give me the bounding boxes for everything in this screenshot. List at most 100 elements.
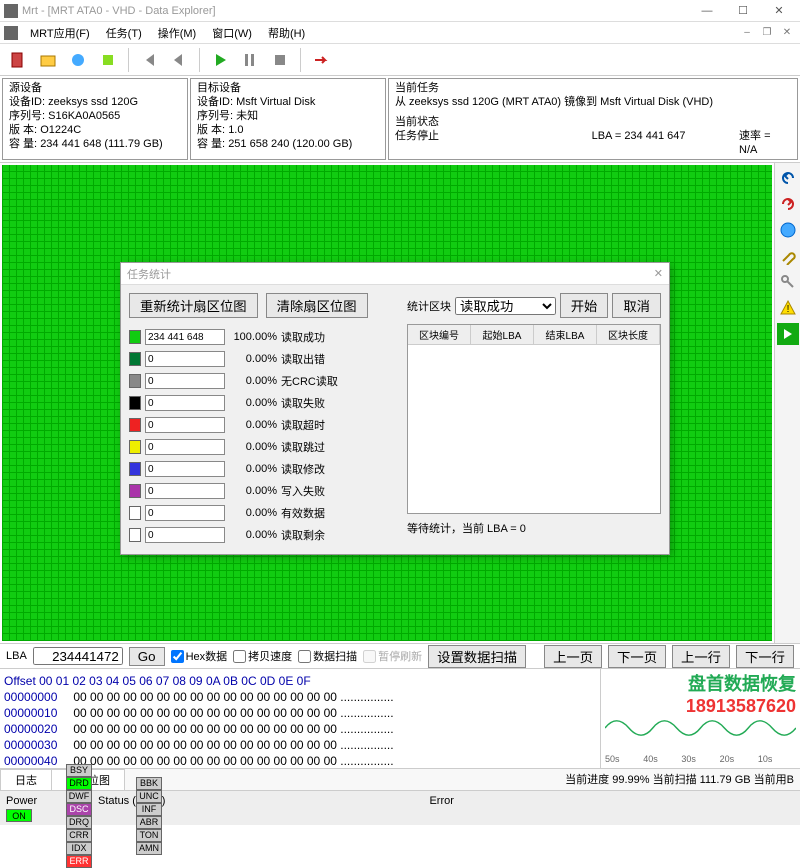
stat-label: 读取剩余	[281, 527, 325, 543]
menu-app[interactable]: MRT应用(F)	[26, 23, 94, 43]
minimize-button[interactable]: —	[690, 1, 724, 21]
power-label: Power	[6, 795, 54, 807]
stat-value[interactable]	[145, 329, 225, 345]
hex-view[interactable]: Offset 00 01 02 03 04 05 06 07 08 09 0A …	[0, 669, 600, 768]
set-scan-button[interactable]: 设置数据扫描	[428, 645, 526, 668]
cancel-button[interactable]: 取消	[612, 293, 661, 318]
stat-label: 读取修改	[281, 461, 325, 477]
hex-panel: Offset 00 01 02 03 04 05 06 07 08 09 0A …	[0, 669, 800, 769]
tab-log[interactable]: 日志	[0, 769, 52, 790]
toolbar-wizard-icon[interactable]	[64, 46, 92, 74]
redo-icon[interactable]	[777, 193, 799, 215]
tab-bar: 日志 扇区位图 当前进度 99.99% 当前扫描 111.79 GB 当前用B	[0, 769, 800, 791]
status-bar: Power Status (ATA0) Error ON BSYDRDDWFDS…	[0, 791, 800, 825]
stat-value[interactable]	[145, 373, 225, 389]
hex-header: Offset 00 01 02 03 04 05 06 07 08 09 0A …	[4, 673, 596, 689]
toolbar-tool-icon[interactable]	[94, 46, 122, 74]
stat-value[interactable]	[145, 395, 225, 411]
hex-row: 00000030 00 00 00 00 00 00 00 00 00 00 0…	[4, 737, 596, 753]
nav-bar: LBA Go Hex数据 拷贝速度 数据扫描 暂停刷新 设置数据扫描 上一页 下…	[0, 643, 800, 669]
status-led-bsy: BSY	[66, 764, 92, 777]
info-panel: 源设备 设备ID: zeeksys ssd 120G 序列号: S16KA0A0…	[0, 76, 800, 163]
graph-axis: 50s40s30s20s10s	[605, 754, 796, 764]
source-header: 源设备	[9, 81, 181, 95]
block-select[interactable]: 读取成功	[455, 297, 556, 315]
target-device-box: 目标设备 设备ID: Msft Virtual Disk 序列号: 未知 版 本…	[190, 78, 386, 160]
undo-icon[interactable]	[777, 167, 799, 189]
stat-label: 有效数据	[281, 505, 325, 521]
mdi-close-button[interactable]: ✕	[778, 25, 796, 41]
stat-percent: 100.00%	[229, 331, 277, 343]
next-line-button[interactable]: 下一行	[736, 645, 794, 668]
stat-swatch	[129, 396, 141, 410]
target-serial: 未知	[236, 110, 258, 122]
toolbar-open-icon[interactable]	[34, 46, 62, 74]
globe-icon[interactable]	[777, 219, 799, 241]
copy-checkbox[interactable]: 拷贝速度	[233, 648, 292, 664]
source-id: zeeksys ssd 120G	[48, 96, 138, 108]
menu-help[interactable]: 帮助(H)	[264, 23, 309, 43]
stat-row: 0.00% 写入失败	[129, 480, 399, 502]
start-button[interactable]: 开始	[560, 293, 609, 318]
menu-task[interactable]: 任务(T)	[102, 23, 146, 43]
stat-percent: 0.00%	[229, 397, 277, 409]
mdi-minimize-button[interactable]: –	[738, 25, 756, 41]
source-version: O1224C	[40, 124, 81, 136]
stat-value[interactable]	[145, 505, 225, 521]
toolbar-play-icon[interactable]	[206, 46, 234, 74]
mdi-restore-button[interactable]: ❐	[758, 25, 776, 41]
next-page-button[interactable]: 下一页	[608, 645, 666, 668]
warning-icon[interactable]: !	[777, 297, 799, 319]
forward-icon[interactable]	[777, 323, 799, 345]
scan-checkbox[interactable]: 数据扫描	[298, 648, 357, 664]
stat-swatch	[129, 506, 141, 520]
col-block-no: 区块编号	[408, 325, 471, 344]
task-lba: LBA = 234 441 647	[592, 129, 739, 157]
stat-row: 0.00% 读取失败	[129, 392, 399, 414]
toolbar-stop-icon[interactable]	[266, 46, 294, 74]
col-start-lba: 起始LBA	[471, 325, 534, 344]
status-led-drq: DRQ	[66, 816, 92, 829]
hex-checkbox[interactable]: Hex数据	[171, 648, 228, 664]
stat-value[interactable]	[145, 483, 225, 499]
stat-row: 0.00% 无CRC读取	[129, 370, 399, 392]
go-button[interactable]: Go	[129, 647, 165, 666]
stat-row: 0.00% 读取超时	[129, 414, 399, 436]
clear-button[interactable]: 清除扇区位图	[266, 293, 368, 318]
wrench-icon[interactable]	[777, 245, 799, 267]
app-icon-small	[4, 26, 18, 40]
toolbar-pause-icon[interactable]	[236, 46, 264, 74]
result-table: 区块编号 起始LBA 结束LBA 区块长度	[407, 324, 661, 514]
pause-checkbox[interactable]: 暂停刷新	[363, 648, 422, 664]
lba-input[interactable]	[33, 647, 123, 665]
prev-line-button[interactable]: 上一行	[672, 645, 730, 668]
key-icon[interactable]	[777, 271, 799, 293]
error-led-unc: UNC	[136, 790, 162, 803]
toolbar-new-icon[interactable]	[4, 46, 32, 74]
menu-window[interactable]: 窗口(W)	[208, 23, 256, 43]
stat-value[interactable]	[145, 439, 225, 455]
close-button[interactable]: ✕	[762, 1, 796, 21]
target-version: 1.0	[228, 124, 243, 136]
status-led-idx: IDX	[66, 842, 92, 855]
menu-operate[interactable]: 操作(M)	[154, 23, 201, 43]
prev-page-button[interactable]: 上一页	[544, 645, 602, 668]
stat-value[interactable]	[145, 417, 225, 433]
toolbar-first-icon[interactable]	[135, 46, 163, 74]
stat-label: 无CRC读取	[281, 373, 338, 389]
maximize-button[interactable]: ☐	[726, 1, 760, 21]
stat-percent: 0.00%	[229, 441, 277, 453]
stat-value[interactable]	[145, 461, 225, 477]
stat-value[interactable]	[145, 527, 225, 543]
toolbar-prev-icon[interactable]	[165, 46, 193, 74]
dialog-close-icon[interactable]: ✕	[654, 267, 663, 280]
toolbar-export-icon[interactable]	[307, 46, 335, 74]
stat-value[interactable]	[145, 351, 225, 367]
app-icon	[4, 4, 18, 18]
status-led-dwf: DWF	[66, 790, 92, 803]
recalc-button[interactable]: 重新统计扇区位图	[129, 293, 258, 318]
stat-percent: 0.00%	[229, 529, 277, 541]
stat-swatch	[129, 418, 141, 432]
side-toolbar: !	[774, 163, 800, 643]
source-device-box: 源设备 设备ID: zeeksys ssd 120G 序列号: S16KA0A0…	[2, 78, 188, 160]
